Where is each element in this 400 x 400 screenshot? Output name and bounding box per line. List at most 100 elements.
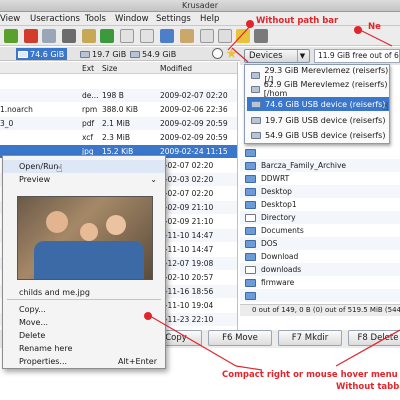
cell-modified: 8-11-16 18:56 <box>160 287 214 296</box>
folder-icon <box>245 148 256 157</box>
cell-modified: 2009-02-06 22:36 <box>160 105 228 114</box>
annotation-compact-menu: Compact right or mouse hover menu <box>222 370 398 380</box>
find-icon[interactable] <box>42 29 56 43</box>
delete-button[interactable]: F8 Delete <box>348 330 400 346</box>
menu-window[interactable]: Window <box>115 14 149 24</box>
folder-icon <box>245 200 256 209</box>
terminal-icon[interactable] <box>100 29 114 43</box>
toolbar <box>0 26 400 46</box>
copy-icon[interactable] <box>140 29 154 43</box>
cancel-icon[interactable] <box>24 29 38 43</box>
devices-button-label: Devices <box>249 51 283 61</box>
checksum-icon[interactable] <box>218 29 232 43</box>
device-button-54gib[interactable]: 54.9 GiB <box>128 48 179 60</box>
free-space-label: 11.9 GiB free out of 62. <box>314 49 400 63</box>
menu-tools[interactable]: Tools <box>85 14 106 24</box>
folder-name: Download <box>261 252 299 261</box>
usb-drive-icon <box>251 131 261 139</box>
list-item[interactable] <box>240 146 400 159</box>
window-title: Krusader <box>182 1 218 10</box>
annotation-without-path-bar: Without path bar <box>256 16 339 26</box>
cell-ext: xcf <box>82 133 94 142</box>
devices-dropdown-button[interactable]: Devices ▼ <box>244 49 310 63</box>
cell-modified: 9-02-10 20:57 <box>160 273 214 282</box>
device-item[interactable]: 62.9 GiB Merevlemez (reiserfs) [/hom <box>247 80 389 98</box>
column-modified[interactable]: Modified <box>160 64 192 73</box>
folder-name: Directory <box>261 213 296 222</box>
cell-modified: 2009-02-09 20:59 <box>160 119 228 128</box>
menu-properties[interactable]: Properties... Alt+Enter <box>3 355 165 368</box>
binoculars-icon[interactable] <box>62 29 76 43</box>
right-status-bar: 0 out of 149, 0 B (0) out of 519.5 MiB (… <box>240 304 400 316</box>
mkdir-button[interactable]: F7 Mkdir <box>278 330 342 346</box>
folder-name: Desktop1 <box>261 200 297 209</box>
menu-copy[interactable]: Copy... <box>3 303 165 316</box>
device-item-label: 54.9 GiB USB device (reiserfs) <box>265 130 386 140</box>
folder-icon <box>245 174 256 183</box>
folder-icon[interactable] <box>82 29 96 43</box>
list-item[interactable]: DDWRT <box>240 172 400 185</box>
table-row[interactable]: 3_0 pdf 2.1 MiB 2009-02-09 20:59 <box>0 117 237 130</box>
device-item[interactable]: 54.9 GiB USB device (reiserfs) <box>247 128 389 142</box>
menu-open-run[interactable]: Open/Run <box>3 160 165 173</box>
menu-help[interactable]: Help <box>200 14 219 24</box>
folder-name: downloads <box>261 265 302 274</box>
cell-size: 2.1 MiB <box>102 119 131 128</box>
menu-preview[interactable]: Preview ⌄ <box>3 173 165 186</box>
devices-dropdown-list: 29.3 GiB Merevlemez (reiserfs) [/] 62.9 … <box>244 64 390 144</box>
usb-drive-icon <box>251 116 261 124</box>
chevron-down-icon: ▼ <box>297 50 307 62</box>
menu-move[interactable]: Move... <box>3 316 165 329</box>
root-icon[interactable] <box>254 29 268 43</box>
device-item[interactable]: 19.7 GiB USB device (reiserfs) <box>247 113 389 127</box>
menu-settings[interactable]: Settings <box>156 14 191 24</box>
list-item[interactable]: Desktop1 <box>240 198 400 211</box>
menu-delete[interactable]: Delete <box>3 329 165 342</box>
package-icon[interactable] <box>180 29 194 43</box>
document-icon[interactable] <box>120 29 134 43</box>
table-row[interactable]: xcf 2.3 MiB 2009-02-09 20:59 <box>0 131 237 144</box>
list-item[interactable]: firmware <box>240 276 400 289</box>
device-button-19gib[interactable]: 19.7 GiB <box>78 48 129 60</box>
mount-icon[interactable] <box>200 29 214 43</box>
column-ext[interactable]: Ext <box>82 64 94 73</box>
cell-modified: 9-02-09 21:10 <box>160 203 214 212</box>
list-item[interactable] <box>240 289 400 302</box>
right-file-panel[interactable]: Barcza_Family_Archive DDWRT Desktop Desktop… <box>240 146 400 304</box>
column-size[interactable]: Size <box>102 64 117 73</box>
list-item[interactable]: DOS <box>240 237 400 250</box>
cell-modified: 9-02-07 02:20 <box>160 189 214 198</box>
menu-view[interactable]: View <box>0 14 20 24</box>
sync-icon[interactable] <box>160 29 174 43</box>
user-icon[interactable] <box>236 29 250 43</box>
annotation-dot <box>354 26 362 34</box>
list-item[interactable]: downloads <box>240 263 400 276</box>
table-row[interactable]: de... 198 B 2009-02-07 02:20 <box>0 89 237 102</box>
folder-icon <box>245 252 256 261</box>
folder-icon <box>245 226 256 235</box>
star-icon[interactable] <box>226 48 237 59</box>
cell-ext: rpm <box>82 105 98 114</box>
cell-modified: 9-02-09 21:10 <box>160 217 214 226</box>
folder-name: firmware <box>261 278 295 287</box>
list-item[interactable]: Download <box>240 250 400 263</box>
history-icon[interactable] <box>212 48 223 59</box>
folder-name: Documents <box>261 226 304 235</box>
shortcut-label: Alt+Enter <box>117 357 157 366</box>
menu-rename[interactable]: Rename here <box>3 342 165 355</box>
menu-useractions[interactable]: Useractions <box>30 14 80 24</box>
list-item[interactable]: Documents <box>240 224 400 237</box>
preview-filename: childs and me.jpg <box>19 288 90 297</box>
table-row[interactable]: 1.noarch rpm 388.0 KiB 2009-02-06 22:36 <box>0 103 237 116</box>
list-item[interactable]: Directory <box>240 211 400 224</box>
device-item[interactable]: 74.6 GiB USB device (reiserfs) <box>247 97 389 111</box>
check-icon[interactable] <box>4 29 18 43</box>
device-button-74gib[interactable]: 74.6 GiB <box>16 48 68 60</box>
list-item[interactable]: Desktop <box>240 185 400 198</box>
cell-modified: 2009-02-07 02:20 <box>160 91 228 100</box>
move-button[interactable]: F6 Move <box>208 330 272 346</box>
table-row[interactable] <box>0 75 237 88</box>
list-item[interactable]: Barcza_Family_Archive <box>240 159 400 172</box>
annotation-dot <box>246 20 254 28</box>
chevron-down-icon: ⌄ <box>150 175 157 184</box>
